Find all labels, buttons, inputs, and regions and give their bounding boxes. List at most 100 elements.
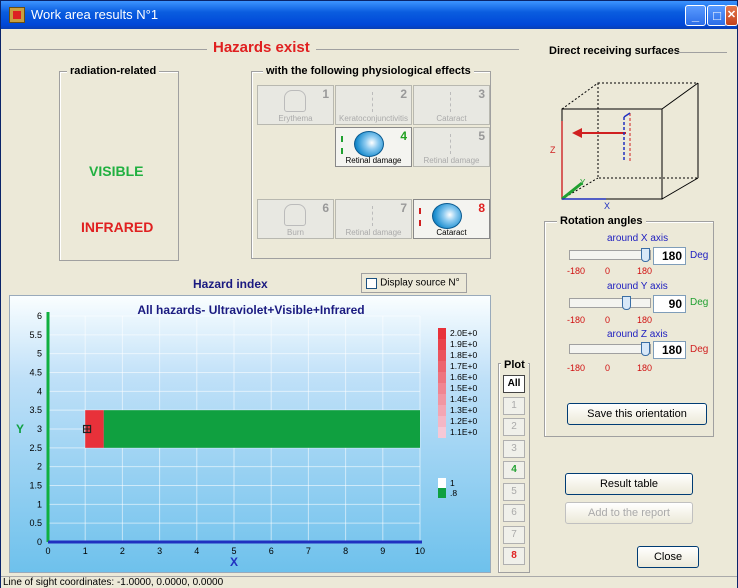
heat-region-2: [103, 410, 421, 448]
effect-tile-6[interactable]: 6 Burn: [257, 199, 334, 239]
y-tick-label: 2: [37, 462, 42, 472]
x-tick-label: 1: [83, 546, 88, 556]
legend-label-red: 1.5E+0: [450, 383, 477, 393]
legend-swatch-red: [438, 339, 446, 350]
rot-z-max: 180: [637, 363, 653, 373]
maximize-button[interactable]: □: [707, 5, 727, 26]
rot-y-thumb[interactable]: [622, 296, 631, 310]
checkbox-box[interactable]: [366, 277, 377, 289]
plot-button-1[interactable]: 1: [503, 396, 525, 415]
eye-icon: [372, 206, 374, 226]
y-tick-label: 2.5: [29, 443, 42, 453]
x-tick-label: 8: [343, 546, 348, 556]
legend-label-red: 1.6E+0: [450, 372, 477, 382]
plot-button-2[interactable]: 2: [503, 418, 525, 436]
effect-tile-label: Cataract: [436, 228, 467, 237]
eye-icon: [419, 203, 462, 229]
status-bar: Line of sight coordinates: -1.0000, 0.00…: [1, 576, 737, 588]
visible-label: VISIBLE: [89, 163, 144, 179]
rot-y-value[interactable]: 90: [653, 295, 686, 313]
rot-x-max: 180: [637, 266, 653, 276]
plot-button-8[interactable]: 8: [503, 547, 525, 565]
chart-svg: All hazards- Ultraviolet+Visible+Infrare…: [16, 303, 477, 569]
add-to-report-button[interactable]: Add to the report: [565, 502, 693, 524]
legend-label-red: 1.9E+0: [450, 339, 477, 349]
hand-icon: [284, 204, 306, 226]
legend-label-green: 1: [450, 478, 455, 488]
effect-tile-2[interactable]: 2 Keratoconjunctivitis: [335, 85, 412, 125]
effect-tile-number: 5: [478, 129, 485, 143]
effect-tile-1[interactable]: 1 Erythema: [257, 85, 334, 125]
y-tick-label: 3.5: [29, 405, 42, 415]
legend-swatch-green: [438, 488, 446, 498]
y-tick-label: 3: [37, 424, 42, 434]
plot-button-3[interactable]: 3: [503, 439, 525, 458]
rot-z-mid: 0: [605, 363, 611, 373]
y-tick-label: 0.5: [29, 518, 42, 528]
plot-button-5[interactable]: 5: [503, 482, 525, 501]
axis-x-label: X: [604, 201, 610, 211]
effect-tile-label: Cataract: [436, 114, 467, 123]
x-tick-label: 0: [45, 546, 50, 556]
plot-button-all[interactable]: All: [503, 375, 525, 393]
y-tick-label: 4.5: [29, 368, 42, 378]
effect-tile-5[interactable]: 5 Retinal damage: [413, 127, 490, 167]
rot-z-value[interactable]: 180: [653, 341, 686, 359]
legend-swatch-red: [438, 372, 446, 383]
y-tick-label: 1.5: [29, 481, 42, 491]
close-window-button[interactable]: ✕: [725, 5, 738, 26]
plot-button-4[interactable]: 4: [503, 461, 525, 479]
surfaces-divider: [677, 52, 727, 53]
legend-swatch-red: [438, 328, 446, 339]
minimize-button[interactable]: _: [685, 5, 706, 26]
plot-button-6[interactable]: 6: [503, 504, 525, 522]
effect-tile-label: Retinal damage: [345, 228, 402, 237]
legend-label-red: 1.1E+0: [450, 427, 477, 437]
rot-x-value[interactable]: 180: [653, 247, 686, 265]
window-title: Work area results N°1: [31, 7, 159, 22]
ray-icon: [419, 208, 429, 226]
save-orientation-button[interactable]: Save this orientation: [567, 403, 707, 425]
effect-tile-number: 1: [322, 87, 329, 101]
rot-y-unit: Deg: [690, 297, 709, 308]
y-tick-label: 0: [37, 537, 42, 547]
legend-swatch-red: [438, 383, 446, 394]
effect-tile-8[interactable]: 8 Cataract: [413, 199, 490, 239]
display-source-checkbox[interactable]: Display source N°: [361, 273, 467, 293]
legend-swatch-red: [438, 416, 446, 427]
y-axis-label: Y: [16, 422, 24, 436]
close-button[interactable]: Close: [637, 546, 699, 568]
radiation-group-label: radiation-related: [67, 65, 160, 77]
rotation-label: Rotation angles: [557, 215, 646, 227]
title-bar[interactable]: Work area results N°1 _ □ ✕: [1, 1, 738, 29]
rot-z-slider[interactable]: [569, 344, 651, 354]
legend-swatch-red: [438, 361, 446, 372]
legend-swatch-red: [438, 427, 446, 438]
effect-tile-4[interactable]: 4 Retinal damage: [335, 127, 412, 167]
rot-x-thumb[interactable]: [641, 248, 650, 262]
y-tick-label: 6: [37, 311, 42, 321]
effect-tile-label: Burn: [287, 228, 304, 237]
result-table-button[interactable]: Result table: [565, 473, 693, 495]
rot-x-min: -180: [567, 266, 586, 276]
close-icon: ✕: [726, 9, 737, 21]
effect-tile-7[interactable]: 7 Retinal damage: [335, 199, 412, 239]
surfaces-diagram: Z Y X: [550, 82, 699, 211]
effect-tile-label: Retinal damage: [423, 156, 480, 165]
rot-x-caption: around X axis: [607, 233, 669, 244]
rot-y-slider[interactable]: [569, 298, 651, 308]
rot-x-slider[interactable]: [569, 250, 651, 260]
legend-label-red: 1.3E+0: [450, 405, 477, 415]
y-tick-label: 1: [37, 499, 42, 509]
legend-label-red: 1.8E+0: [450, 350, 477, 360]
eye-icon: [450, 134, 452, 154]
rot-x-unit: Deg: [690, 250, 709, 261]
effect-tile-3[interactable]: 3 Cataract: [413, 85, 490, 125]
plot-button-7[interactable]: 7: [503, 525, 525, 544]
effect-tile-number: 4: [400, 129, 407, 143]
x-tick-label: 7: [306, 546, 311, 556]
x-tick-label: 3: [157, 546, 162, 556]
plot-label: Plot: [501, 359, 528, 371]
window: Work area results N°1 _ □ ✕ Hazards exis…: [0, 0, 738, 588]
rot-z-thumb[interactable]: [641, 342, 650, 356]
